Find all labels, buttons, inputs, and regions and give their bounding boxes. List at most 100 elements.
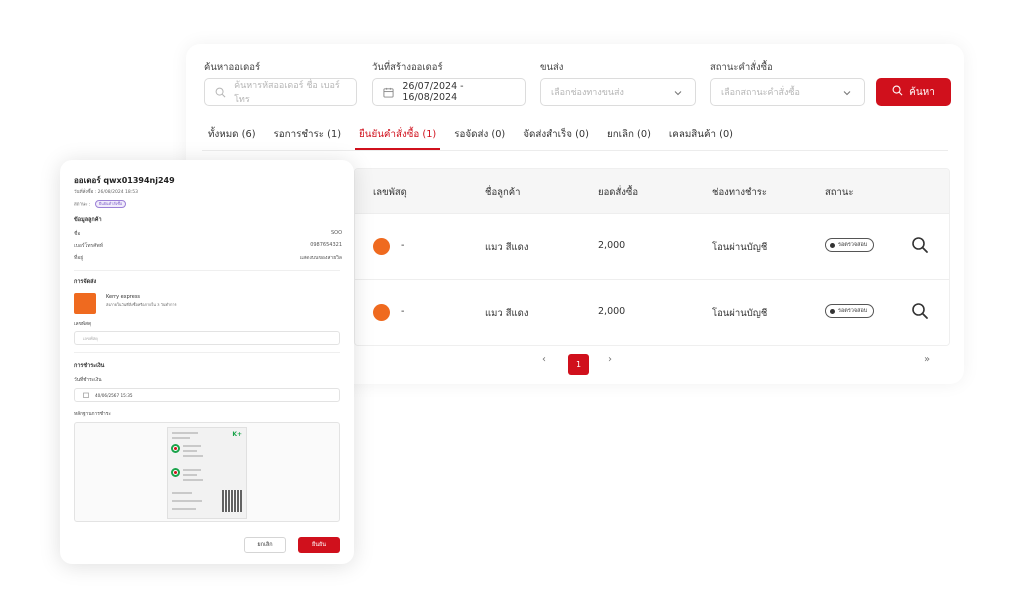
- status-badge: รอตรวจสอบ: [825, 304, 875, 318]
- orders-table: เลขพัสดุ ชื่อลูกค้า ยอดสั่งซื้อ ช่องทางช…: [354, 168, 950, 346]
- slip-line: [183, 479, 203, 481]
- address-label: ที่อยู่: [74, 255, 84, 261]
- status-badge: รอตรวจสอบ: [825, 238, 875, 252]
- search-button-label: ค้นหา: [909, 86, 935, 98]
- customer-cell: แมว สีแดง: [485, 242, 529, 253]
- date-label: วันที่สร้างออเดอร์: [372, 62, 443, 73]
- slip-line: [183, 474, 197, 476]
- customer-section-title: ข้อมูลลูกค้า: [74, 217, 102, 223]
- order-status-badge: ยืนยันคำสั่งซื้อ: [94, 200, 127, 208]
- status-text: รอตรวจสอบ: [838, 308, 868, 314]
- date-range-value: 26/07/2024 - 16/08/2024: [402, 81, 464, 103]
- table-row[interactable]: - แมว สีแดง 2,000 โอนผ่านบัญชี รอตรวจสอบ: [355, 279, 949, 345]
- slip-line: [172, 432, 198, 434]
- amount-cell: 2,000: [598, 306, 626, 317]
- tab-claims[interactable]: เคลมสินค้า (0): [669, 122, 733, 150]
- page-number-button[interactable]: 1: [568, 354, 589, 375]
- kerry-logo-icon: [373, 304, 390, 321]
- pay-date-value: 40/06/2567 15:35: [95, 392, 133, 398]
- pay-date-field[interactable]: 40/06/2567 15:35: [74, 388, 340, 402]
- slip-line: [183, 450, 197, 452]
- payment-cell: โอนผ่านบัญชี: [712, 308, 768, 319]
- header-amount: ยอดสั่งซื้อ: [598, 187, 639, 198]
- shipping-placeholder: เลือกช่องทางขนส่ง: [551, 88, 624, 98]
- order-created: วันที่สั่งซื้อ : 26/08/2024 18:53: [74, 190, 138, 195]
- tab-confirm-order[interactable]: ยืนยันคำสั่งซื้อ (1): [355, 122, 441, 150]
- status-dot-icon: [830, 242, 835, 248]
- payment-section-title: การชำระเงิน: [74, 363, 105, 369]
- chevron-down-icon: [842, 88, 852, 98]
- shipping-select[interactable]: เลือกช่องทางขนส่ง: [540, 78, 696, 106]
- search-label: ค้นหาออเดอร์: [204, 62, 261, 73]
- pay-date-label: วันที่ชำระเงิน: [74, 378, 102, 383]
- search-input[interactable]: ค้นหารหัสออเดอร์ ชื่อ เบอร์โทร: [204, 78, 357, 106]
- divider: [74, 270, 340, 271]
- customer-address-row: ที่อยู่ แสดงบนของสายวิล: [74, 254, 342, 262]
- kerry-logo-icon: [74, 293, 96, 314]
- table-header: เลขพัสดุ ชื่อลูกค้า ยอดสั่งซื้อ ช่องทางช…: [355, 169, 949, 213]
- date-range-field[interactable]: 26/07/2024 - 16/08/2024: [372, 78, 526, 106]
- view-details-icon[interactable]: [911, 302, 929, 320]
- status-text: รอตรวจสอบ: [838, 242, 868, 248]
- tracking-placeholder: เลขพัสดุ: [83, 335, 98, 341]
- divider: [74, 352, 340, 353]
- calendar-icon: [383, 86, 394, 98]
- name-label: ชื่อ: [74, 231, 81, 237]
- tab-delivered[interactable]: จัดส่งสำเร็จ (0): [523, 122, 589, 150]
- tab-cancelled[interactable]: ยกเลิก (0): [607, 122, 651, 150]
- view-details-icon[interactable]: [911, 236, 929, 254]
- address-value: แสดงบนของสายวิล: [299, 255, 342, 261]
- customer-phone-row: เบอร์โทรศัพท์ 0987654321: [74, 242, 342, 250]
- last-page-button[interactable]: »: [924, 354, 930, 365]
- phone-value: 0987654321: [310, 242, 342, 248]
- courier-description: ส่งภายในวันที่สั่งซื้อหรือภายใน 3 วันทำก…: [106, 302, 177, 307]
- slip-line: [183, 445, 201, 447]
- prev-page-button[interactable]: ‹: [542, 354, 546, 365]
- header-customer: ชื่อลูกค้า: [485, 187, 521, 198]
- tracking-cell: -: [401, 306, 405, 317]
- slip-line: [172, 437, 190, 439]
- tracking-input[interactable]: เลขพัสดุ: [74, 331, 340, 345]
- order-status-row: สถานะ : ยืนยันคำสั่งซื้อ: [74, 200, 127, 208]
- cancel-button[interactable]: ยกเลิก: [244, 537, 286, 553]
- slip-line: [172, 500, 202, 502]
- tab-all[interactable]: ทั้งหมด (6): [208, 122, 256, 150]
- header-status: สถานะ: [825, 187, 854, 198]
- proof-label: หลักฐานการชำระ: [74, 412, 111, 417]
- status-select[interactable]: เลือกสถานะคำสั่งซื้อ: [710, 78, 865, 106]
- shipping-label: ขนส่ง: [540, 62, 564, 73]
- customer-cell: แมว สีแดง: [485, 308, 529, 319]
- status-filter-label: สถานะคำสั่งซื้อ: [710, 62, 773, 73]
- phone-label: เบอร์โทรศัพท์: [74, 243, 104, 249]
- name-value: SOO: [330, 230, 342, 236]
- kerry-logo-icon: [373, 238, 390, 255]
- header-payment: ช่องทางชำระ: [712, 187, 768, 198]
- search-placeholder: ค้นหารหัสออเดอร์ ชื่อ เบอร์โทร: [234, 81, 340, 105]
- calendar-icon: [83, 392, 89, 399]
- tab-awaiting-payment[interactable]: รอการชำระ (1): [274, 122, 342, 150]
- status-placeholder: เลือกสถานะคำสั่งซื้อ: [721, 88, 800, 98]
- header-tracking: เลขพัสดุ: [373, 187, 407, 198]
- status-dot-icon: [830, 308, 835, 314]
- tracking-cell: -: [401, 240, 405, 251]
- order-status-label: สถานะ :: [74, 202, 91, 208]
- search-button[interactable]: ค้นหา: [876, 78, 951, 106]
- kbank-logo-icon: [171, 468, 180, 477]
- slip-line: [183, 469, 201, 471]
- slip-line: [172, 492, 192, 494]
- order-management-screen: ค้นหาออเดอร์ ค้นหารหัสออเดอร์ ชื่อ เบอร์…: [0, 0, 1024, 598]
- search-icon: [215, 86, 226, 98]
- customer-name-row: ชื่อ SOO: [74, 230, 342, 238]
- confirm-button[interactable]: ยืนยัน: [298, 537, 340, 553]
- status-tabs: ทั้งหมด (6) รอการชำระ (1) ยืนยันคำสั่งซื…: [208, 122, 733, 150]
- order-detail-panel: ออเดอร์ qwx01394nj249 วันที่สั่งซื้อ : 2…: [60, 160, 354, 564]
- order-title: ออเดอร์ qwx01394nj249: [74, 176, 175, 185]
- payment-slip-image: K+: [167, 427, 247, 519]
- payment-proof-box[interactable]: K+: [74, 422, 340, 522]
- tab-awaiting-shipment[interactable]: รอจัดส่ง (0): [454, 122, 505, 150]
- next-page-button[interactable]: ›: [608, 354, 612, 365]
- table-row[interactable]: - แมว สีแดง 2,000 โอนผ่านบัญชี รอตรวจสอบ: [355, 213, 949, 279]
- tabs-divider: [202, 150, 948, 151]
- chevron-down-icon: [673, 88, 683, 98]
- shipping-section-title: การจัดส่ง: [74, 279, 97, 285]
